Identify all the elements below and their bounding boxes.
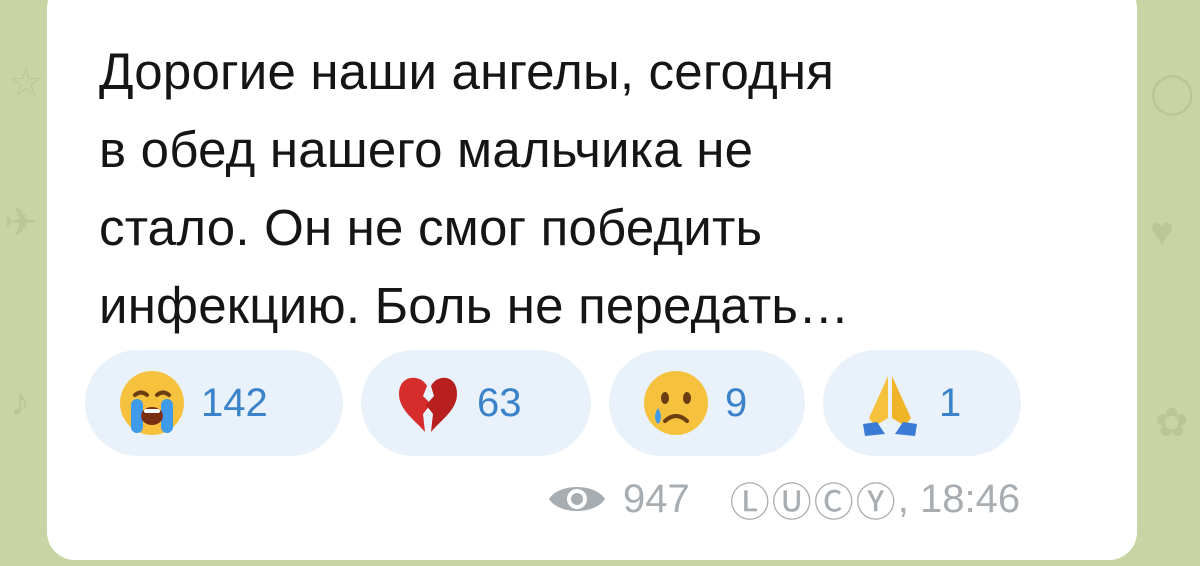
message-time: , 18:46 <box>897 476 1021 521</box>
message-bubble: Дорогие наши ангелы, сегодня в обед наше… <box>47 0 1137 560</box>
doodle-icon: ✈ <box>4 201 38 245</box>
reaction-crying[interactable]: 9 <box>609 350 805 456</box>
message-meta: 947 ⓁⓊⒸⓎ , 18:46 <box>547 470 1020 528</box>
reaction-loudly-crying[interactable]: 142 <box>85 350 343 456</box>
chat-background: ☆ ✈ ♪ ◯ ♥ ✿ Дорогие наши ангелы, сегодня… <box>0 0 1200 566</box>
loudly-crying-face-icon <box>117 368 187 438</box>
reaction-count: 9 <box>725 380 748 425</box>
reaction-count: 63 <box>477 380 522 425</box>
doodle-icon: ♥ <box>1150 210 1174 254</box>
message-line: инфекцию. Боль не передать… <box>99 277 850 334</box>
message-line: в обед нашего мальчика не <box>99 121 754 178</box>
reaction-count: 1 <box>939 380 962 425</box>
message-line: Дорогие наши ангелы, сегодня <box>99 43 835 100</box>
crying-face-icon <box>641 368 711 438</box>
author-signature: ⓁⓊⒸⓎ <box>729 481 898 525</box>
view-count: 947 <box>623 476 690 521</box>
message-line: стало. Он не смог победить <box>99 199 763 256</box>
folded-hands-icon <box>855 368 925 438</box>
doodle-icon: ☆ <box>8 61 44 105</box>
doodle-icon: ◯ <box>1150 71 1195 115</box>
reaction-folded-hands[interactable]: 1 <box>823 350 1021 456</box>
reaction-broken-heart[interactable]: 63 <box>361 350 591 456</box>
doodle-icon: ♪ <box>10 380 30 424</box>
eye-icon <box>547 477 607 521</box>
doodle-icon: ✿ <box>1155 401 1189 445</box>
message-text: Дорогие наши ангелы, сегодня в обед наше… <box>99 33 1119 345</box>
reactions-bar: 142 63 9 1 <box>85 350 1021 456</box>
broken-heart-icon <box>393 368 463 438</box>
reaction-count: 142 <box>201 380 268 425</box>
